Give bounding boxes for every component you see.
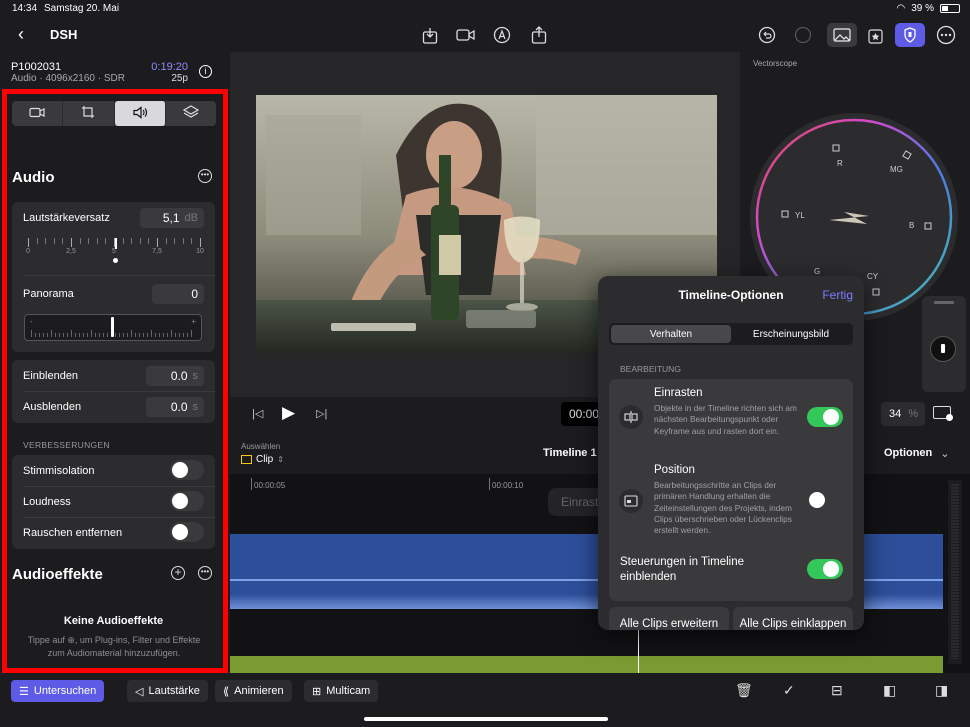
wifi-icon: ◠ [896, 3, 906, 14]
split-icon[interactable]: ⊟ [831, 682, 843, 699]
select-value: Clip [256, 454, 274, 465]
clip-info: P1002031 Audio · 4096x2160 · SDR 0:19:20… [0, 52, 230, 90]
snap-title: Einrasten [654, 387, 703, 399]
timecode-value: 00:00 [569, 407, 600, 421]
position-icon [619, 489, 643, 513]
scope-label: YL [795, 211, 805, 220]
position-title: Position [654, 464, 695, 476]
chevron-down-icon: ⌄ [940, 448, 950, 460]
expand-all-clips-button[interactable]: Alle Clips erweitern [609, 607, 729, 630]
done-button[interactable]: Fertig [822, 288, 853, 302]
back-button[interactable]: ‹ [18, 24, 24, 45]
options-button[interactable]: Optionen ⌄ [884, 447, 950, 460]
voiceover-icon[interactable] [491, 24, 513, 46]
undo-icon[interactable] [756, 24, 778, 46]
animate-button[interactable]: ⟪ Animieren [215, 680, 292, 702]
play-icon[interactable]: ▶ [282, 403, 295, 423]
clip-name: P1002031 [11, 61, 62, 73]
zoom-unit: % [908, 408, 919, 420]
select-caption: Auswählen [241, 442, 281, 451]
inspect-button[interactable]: ☰ Untersuchen [11, 680, 105, 702]
snap-toggle[interactable] [807, 407, 843, 427]
scope-title: Vectorscope [753, 59, 798, 68]
position-toggle[interactable] [807, 490, 843, 510]
more-icon[interactable] [935, 24, 957, 46]
ruler-label: 00:00:10 [492, 481, 524, 490]
redo-icon[interactable] [792, 24, 814, 46]
info-icon[interactable]: i [199, 65, 212, 78]
scope-label: CY [867, 272, 879, 281]
trim-end-icon[interactable]: ◨ [935, 682, 948, 699]
show-controls-toggle[interactable] [807, 559, 843, 579]
volume-button[interactable]: ◁ Lautstärke [127, 680, 208, 702]
inspector-toggle-icon[interactable] [895, 23, 925, 47]
select-dropdown[interactable]: Clip ⇕ [241, 454, 284, 465]
trash-icon[interactable]: 🗑 [735, 682, 753, 699]
segment-appearance[interactable]: Erscheinungsbild [731, 325, 851, 343]
status-time: 14:34 [12, 3, 38, 14]
volume-button-label: Lautstärke [148, 685, 200, 697]
scope-label: MG [890, 165, 903, 174]
favorites-icon[interactable] [863, 24, 885, 46]
camera-icon[interactable] [455, 24, 477, 46]
import-icon[interactable] [419, 24, 441, 46]
scope-label: G [814, 267, 821, 276]
multicam-label: Multicam [326, 685, 371, 697]
timecode-display[interactable]: 00:00 [561, 402, 601, 426]
status-date: Samstag 20. Mai [44, 3, 120, 14]
scope-brightness-slider[interactable] [922, 296, 966, 392]
popover-segmented-control: Verhalten Erscheinungsbild [609, 323, 853, 345]
battery-label: 39 % [911, 3, 934, 14]
multicam-button[interactable]: ⊞ Multicam [304, 680, 379, 702]
editing-options-card: Einrasten Objekte in der Timeline richte… [609, 379, 853, 601]
clip-meta: Audio · 4096x2160 · SDR [11, 73, 125, 84]
timeline-title: Timeline 1 [543, 447, 597, 459]
top-toolbar: ‹ DSH [0, 18, 970, 52]
show-controls-label: Steuerungen in Timeline einblenden [620, 556, 745, 583]
clip-icon [241, 455, 252, 464]
animate-label: Animieren [234, 685, 284, 697]
project-title: DSH [50, 27, 78, 42]
volume-icon: ◁ [135, 685, 144, 698]
share-icon[interactable] [528, 24, 550, 46]
battery-icon [940, 4, 960, 13]
inspect-label: Untersuchen [33, 685, 97, 697]
skip-back-icon[interactable]: |◁ [252, 407, 263, 420]
sliders-icon: ☰ [19, 685, 29, 698]
scope-label: R [837, 159, 843, 168]
ruler-label: 00:00:05 [254, 481, 286, 490]
editing-caption: BEARBEITUNG [620, 364, 681, 374]
divider [654, 455, 853, 456]
divider [620, 545, 853, 546]
audio-meter [948, 480, 962, 664]
checkmark-icon[interactable]: ✓ [783, 682, 795, 699]
options-label: Optionen [884, 447, 933, 459]
animate-icon: ⟪ [223, 685, 230, 698]
music-clip[interactable] [230, 656, 943, 673]
photos-icon[interactable] [827, 23, 857, 47]
trim-start-icon[interactable]: ◧ [883, 682, 896, 699]
collapse-all-clips-button[interactable]: Alle Clips einklappen [733, 607, 853, 630]
snapping-icon [619, 405, 643, 429]
clip-timecode: 0:19:20 [151, 61, 188, 73]
position-description: Bearbeitungsschritte an Clips der primär… [654, 480, 792, 536]
timeline-options-popover: Timeline-Optionen Fertig Verhalten Ersch… [598, 276, 864, 630]
highlight-frame [2, 89, 228, 673]
zoom-value: 34 [889, 408, 902, 420]
clip-fps: 25p [171, 73, 188, 84]
snap-description: Objekte in der Timeline richten sich am … [654, 403, 797, 436]
segment-behavior[interactable]: Verhalten [611, 325, 731, 343]
status-bar: 14:34 Samstag 20. Mai ◠ 39 % [0, 0, 970, 18]
chevron-updown-icon: ⇕ [277, 455, 284, 464]
skip-forward-icon[interactable]: ▷| [316, 407, 327, 420]
zoom-field[interactable]: 34 % [881, 402, 925, 426]
snap-hint-label: Einrast [561, 495, 599, 509]
grid-icon: ⊞ [312, 685, 322, 698]
scope-label: B [909, 221, 915, 230]
status-right: ◠ 39 % [896, 3, 960, 14]
home-indicator[interactable] [364, 717, 608, 721]
